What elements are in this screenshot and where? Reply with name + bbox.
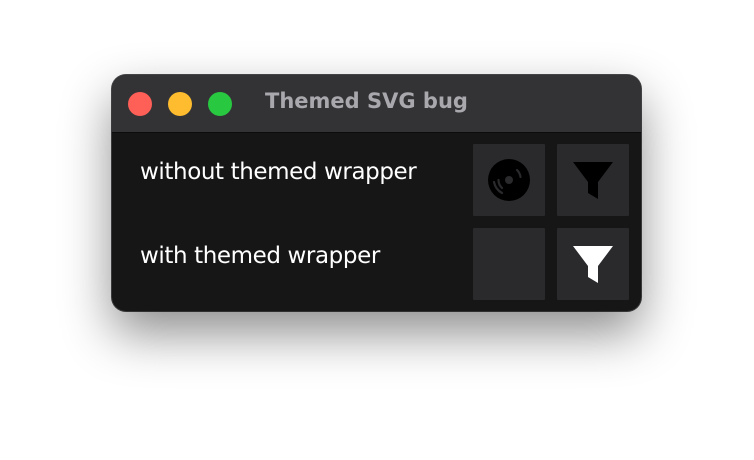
filter-tile-themed — [557, 228, 629, 300]
filter-icon — [573, 246, 613, 283]
row-label-without-wrapper: without themed wrapper — [140, 159, 417, 185]
disc-icon — [473, 228, 545, 300]
app-window: Themed SVG bug without themed wrapper wi… — [112, 75, 641, 311]
window-title: Themed SVG bug — [265, 89, 468, 113]
filter-tile — [557, 144, 629, 216]
title-bar[interactable]: Themed SVG bug — [112, 75, 641, 133]
minimize-button[interactable] — [168, 92, 192, 116]
disc-icon — [488, 159, 530, 201]
filter-icon — [573, 162, 613, 199]
disc-tile — [473, 144, 545, 216]
disc-tile-themed — [473, 228, 545, 300]
zoom-button[interactable] — [208, 92, 232, 116]
close-button[interactable] — [128, 92, 152, 116]
row-label-with-wrapper: with themed wrapper — [140, 243, 380, 269]
